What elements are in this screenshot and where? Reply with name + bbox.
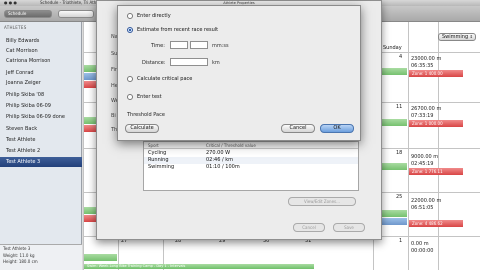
- summary-name: Test Athlete 3: [3, 246, 31, 251]
- save-button[interactable]: Save: [333, 223, 365, 232]
- week-duration: 07:33:19: [411, 113, 434, 119]
- radio-enter-directly[interactable]: [127, 13, 133, 19]
- athlete-item[interactable]: Catriona Morrison: [0, 56, 82, 66]
- week-distance: 26700.00 m: [411, 106, 442, 112]
- zone-sport: Running: [148, 157, 169, 163]
- time-minutes-field[interactable]: [170, 41, 188, 49]
- window-title-left: Schedule - Triathlete, Tri Ath 3: [40, 0, 101, 5]
- threshold-pace-dialog: Enter directly Estimate from recent race…: [117, 5, 361, 141]
- toolbar-search-field[interactable]: [58, 10, 94, 18]
- radio-enter-test[interactable]: [127, 94, 133, 100]
- athlete-item[interactable]: Test Athlete 2: [0, 146, 82, 156]
- athlete-item[interactable]: Joanna Zeiger: [0, 78, 82, 88]
- zone-value: 01:10 / 100m: [206, 164, 240, 170]
- threshold-zones-table: Sport Critical / Threshold value Cycling…: [143, 141, 359, 191]
- week-distance: 23000.00 m: [411, 56, 442, 62]
- distance-unit: km: [212, 60, 220, 66]
- weekday-header: Sunday: [383, 45, 402, 51]
- summary-height: Height: 180.0 cm: [3, 259, 38, 264]
- schedule-button[interactable]: Schedule: [4, 10, 52, 18]
- zone-badge[interactable]: Zone: 1 776.11: [409, 168, 463, 175]
- athlete-item[interactable]: Test Athlete: [0, 135, 82, 145]
- day-number: 25: [396, 194, 403, 200]
- field-label: Bi: [111, 113, 116, 119]
- table-header: Sport Critical / Threshold value: [144, 142, 358, 149]
- view-edit-zones-button[interactable]: View/Edit Zones...: [288, 197, 356, 206]
- athlete-item[interactable]: Philip Skiba 06-09: [0, 101, 82, 111]
- distance-field[interactable]: [170, 58, 208, 66]
- option-label[interactable]: Enter directly: [137, 13, 171, 19]
- sidebar-header: ATHLETES: [4, 25, 27, 30]
- zone-badge[interactable]: Zone: 4 486.62: [409, 220, 463, 227]
- workout-stripe[interactable]: [84, 254, 117, 261]
- zone-sport: Swimming: [148, 164, 175, 170]
- day-number: 11: [396, 104, 403, 110]
- zone-sport: Cycling: [148, 150, 167, 156]
- option-label[interactable]: Estimate from recent race result: [137, 27, 218, 33]
- zone-value: 270.00 W: [206, 150, 231, 156]
- day-number: 18: [396, 150, 403, 156]
- traffic-lights[interactable]: ● ● ●: [4, 0, 17, 5]
- option-label[interactable]: Enter test: [137, 94, 162, 100]
- athlete-item[interactable]: Cat Morrison: [0, 46, 82, 56]
- cancel-button[interactable]: Cancel: [293, 223, 325, 232]
- workout-bar[interactable]: Swim: Week-Long Bike Training Camp - Day…: [84, 264, 314, 269]
- table-row[interactable]: Swimming 01:10 / 100m: [144, 164, 358, 171]
- ok-button[interactable]: OK: [320, 124, 354, 133]
- week-distance: 22000.00 m: [411, 198, 442, 204]
- week-duration: 00:00:00: [411, 248, 434, 254]
- athlete-item[interactable]: Steven Back: [0, 124, 82, 134]
- athletes-sidebar: ATHLETES Billy Edwards Cat Morrison Catr…: [0, 22, 82, 270]
- week-duration: 02:45:19: [411, 161, 434, 167]
- chevron-updown-icon: ⇕: [469, 34, 473, 39]
- sport-filter-select[interactable]: Swimming ⇕: [438, 33, 476, 41]
- distance-label: Distance:: [142, 60, 166, 66]
- time-label: Time:: [151, 43, 165, 49]
- threshold-pace-label: Threshold Pace: [127, 112, 165, 118]
- cancel-button[interactable]: Cancel: [281, 124, 315, 133]
- zone-value: 02:46 / km: [206, 157, 234, 163]
- table-row[interactable]: Running 02:46 / km: [144, 157, 358, 164]
- week-duration: 06:35:35: [411, 63, 434, 69]
- week-duration: 06:51:05: [411, 205, 434, 211]
- athlete-item[interactable]: Jeff Conrad: [0, 68, 82, 78]
- athlete-item-selected[interactable]: Test Athlete 3: [0, 157, 82, 167]
- radio-estimate-from-race[interactable]: [127, 27, 133, 33]
- day-number: 1: [399, 238, 403, 244]
- athlete-item[interactable]: Billy Edwards: [0, 36, 82, 46]
- column-header[interactable]: Sport: [148, 143, 159, 148]
- athlete-summary: Test Athlete 3 Weight: 11.0 kg Height: 1…: [0, 244, 82, 270]
- table-row[interactable]: Cycling 270.00 W: [144, 150, 358, 157]
- zone-badge[interactable]: Zone: 1 400.00: [409, 70, 463, 77]
- athlete-item[interactable]: Philip Skiba 06-09 done: [0, 112, 82, 122]
- radio-calculate-critical-pace[interactable]: [127, 76, 133, 82]
- summary-weight: Weight: 11.0 kg: [3, 253, 35, 258]
- time-seconds-field[interactable]: [190, 41, 208, 49]
- zone-badge[interactable]: Zone: 1 000.00: [409, 120, 463, 127]
- day-number: 4: [399, 54, 403, 60]
- athlete-item[interactable]: Philip Skiba '08: [0, 90, 82, 100]
- time-unit: mm:ss: [212, 43, 229, 49]
- calculate-button[interactable]: Calculate: [125, 124, 159, 133]
- column-header[interactable]: Critical / Threshold value: [206, 143, 256, 148]
- week-distance: 0.00 m: [411, 241, 429, 247]
- sport-filter-value: Swimming: [442, 34, 469, 40]
- week-distance: 9000.00 m: [411, 154, 439, 160]
- option-label[interactable]: Calculate critical pace: [137, 76, 192, 82]
